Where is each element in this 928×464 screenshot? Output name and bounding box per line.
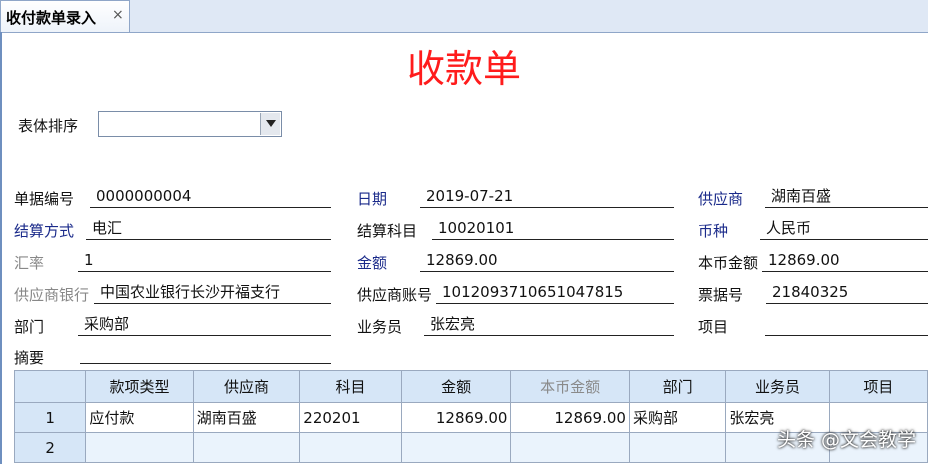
col-header-department[interactable]: 部门 [628,370,727,403]
supplier-account-label: 供应商账号 [357,286,433,304]
local-amount-field[interactable]: 12869.00 [762,250,928,272]
settle-method-label: 结算方式 [14,222,75,240]
settle-subject-label: 结算科目 [357,222,418,240]
supplier-bank-label: 供应商银行 [14,286,90,304]
col-header-type[interactable]: 款项类型 [85,370,194,403]
col-header-amount[interactable]: 金额 [400,370,512,403]
currency-field[interactable]: 人民币 [760,218,928,240]
col-header-salesman[interactable]: 业务员 [725,370,830,403]
cell-amount[interactable] [400,432,512,463]
col-header-rowno [13,370,87,403]
page-title: 收款单 [406,47,521,91]
cell-subject[interactable]: 220201 [299,402,402,433]
watermark-text: 头条 @文会教学 [776,429,916,451]
tab-receipt-entry[interactable]: 收付款单录入 × [0,0,130,32]
salesman-field[interactable]: 张宏亮 [424,314,674,336]
settle-method-field[interactable]: 电汇 [86,218,331,240]
col-header-subject[interactable]: 科目 [299,370,402,403]
bill-no-field[interactable]: 21840325 [766,282,928,304]
doc-no-field[interactable]: 0000000004 [90,186,331,208]
sort-select[interactable] [98,111,282,137]
cell-amount[interactable]: 12869.00 [400,402,512,433]
tab-title: 收付款单录入 [6,9,97,27]
rate-label: 汇率 [14,254,45,272]
cell-supplier[interactable] [192,432,301,463]
supplier-field[interactable]: 湖南百盛 [765,186,928,208]
chevron-down-icon[interactable] [260,113,280,135]
sort-label: 表体排序 [18,117,79,135]
settle-subject-field[interactable]: 10020101 [432,218,674,240]
cell-department[interactable]: 采购部 [628,402,727,433]
cell-local-amount[interactable] [510,432,630,463]
tab-bar: 收付款单录入 × [0,0,928,33]
bill-no-label: 票据号 [698,286,744,304]
cell-subject[interactable] [299,432,402,463]
department-label: 部门 [14,318,45,336]
local-amount-label: 本币金额 [698,254,759,272]
date-field[interactable]: 2019-07-21 [420,186,674,208]
cell-type[interactable] [85,432,194,463]
cell-department[interactable] [628,432,727,463]
supplier-bank-field[interactable]: 中国农业银行长沙开福支行 [94,282,331,304]
amount-label: 金额 [357,254,388,272]
project-field[interactable] [765,314,928,336]
rate-field[interactable]: 1 [78,250,331,272]
department-field[interactable]: 采购部 [78,314,331,336]
row-number: 1 [13,402,87,433]
table-header-row: 款项类型 供应商 科目 金额 本币金额 部门 业务员 项目 [13,370,928,403]
currency-label: 币种 [698,222,729,240]
supplier-label: 供应商 [698,190,744,208]
col-header-local-amount[interactable]: 本币金额 [510,370,630,403]
cell-local-amount[interactable]: 12869.00 [510,402,630,433]
col-header-supplier[interactable]: 供应商 [192,370,301,403]
cell-supplier[interactable]: 湖南百盛 [192,402,301,433]
summary-label: 摘要 [14,349,45,367]
salesman-label: 业务员 [357,318,403,336]
project-label: 项目 [698,318,729,336]
row-number: 2 [13,432,87,463]
amount-field[interactable]: 12869.00 [420,250,674,272]
doc-no-label: 单据编号 [14,190,75,208]
cell-type[interactable]: 应付款 [85,402,194,433]
col-header-project[interactable]: 项目 [828,370,928,403]
close-icon[interactable]: × [112,7,124,23]
summary-field[interactable] [80,342,331,364]
supplier-account-field[interactable]: 1012093710651047815 [436,282,674,304]
date-label: 日期 [357,190,388,208]
